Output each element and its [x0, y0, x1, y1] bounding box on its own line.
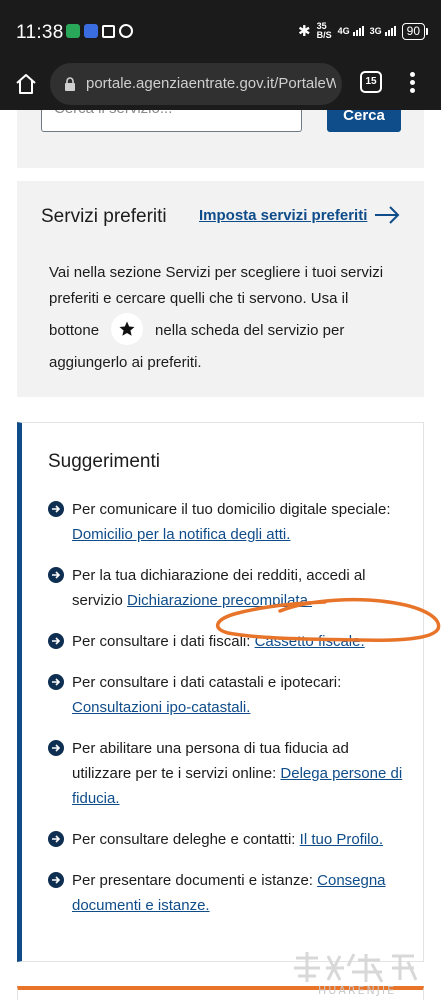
- favorites-text-line: preferiti e cercare quelli che ti servon…: [49, 290, 349, 307]
- signal-bars-icon-2: [384, 26, 396, 36]
- arrow-circle-right-icon: [48, 501, 64, 517]
- status-bar: 11:38 ✱ 35 B/S 4G 3G 90: [0, 0, 441, 60]
- suggestion-link-ipo-catastali[interactable]: Consultazioni ipo-catastali.: [72, 699, 250, 716]
- arrow-circle-right-icon: [48, 633, 64, 649]
- search-button[interactable]: Cerca: [327, 110, 401, 132]
- bluetooth-icon: ✱: [298, 23, 311, 40]
- suggestion-item: Per consultare i dati fiscali: Cassetto …: [48, 629, 408, 654]
- search-input[interactable]: Cerca il servizio...: [41, 110, 302, 132]
- favorites-text-line: Vai nella sezione Servizi per scegliere …: [49, 264, 384, 281]
- signal-bars-icon: [352, 26, 364, 36]
- suggestion-item: Per abilitare una persona di tua fiducia…: [48, 736, 408, 811]
- suggestion-item: Per la tua dichiarazione dei redditi, ac…: [48, 563, 408, 613]
- signal-4g: 4G: [338, 26, 364, 36]
- signal-4g-label: 4G: [337, 26, 350, 36]
- browser-toolbar: portale.agenziaentrate.gov.it/PortaleWel…: [0, 60, 441, 110]
- suggestion-text: Per consultare i dati fiscali:: [72, 633, 255, 650]
- status-indicators: ✱ 35 B/S 4G 3G 90: [298, 22, 429, 40]
- suggestion-link-domicilio[interactable]: Domicilio per la notifica degli atti.: [72, 526, 290, 543]
- arrow-circle-right-icon: [48, 872, 64, 888]
- suggestion-link-profilo[interactable]: Il tuo Profilo.: [300, 831, 383, 848]
- suggestion-item: Per consultare i dati catastali e ipotec…: [48, 670, 408, 720]
- notification-icons: [66, 24, 133, 38]
- suggestion-text: Per presentare documenti e istanze:: [72, 872, 318, 889]
- favorites-card: Servizi preferiti Imposta servizi prefer…: [17, 181, 424, 397]
- favorites-title: Servizi preferiti: [41, 206, 167, 227]
- status-time: 11:38: [16, 22, 64, 43]
- set-favorites-link[interactable]: Imposta servizi preferiti: [199, 207, 367, 224]
- address-bar[interactable]: portale.agenziaentrate.gov.it/PortaleWel: [50, 63, 342, 105]
- overflow-menu-icon[interactable]: [405, 70, 419, 96]
- suggestion-link-precompilata[interactable]: Dichiarazione precompilata.: [127, 592, 312, 609]
- favorites-text-before-icon: bottone: [49, 321, 100, 339]
- star-icon: [111, 313, 144, 345]
- suggestion-text: Per consultare i dati catastali e ipotec…: [72, 674, 342, 691]
- url-text: portale.agenziaentrate.gov.it/PortaleWel: [86, 75, 336, 92]
- lock-icon: [65, 77, 75, 91]
- network-speed-unit: B/S: [316, 30, 332, 40]
- arrow-circle-right-icon: [48, 674, 64, 690]
- nfc-icon: [102, 24, 115, 38]
- favorites-text-line: aggiungerlo ai preferiti.: [49, 354, 202, 371]
- app-notification-icon: [66, 24, 80, 38]
- app-notification-icon-2: [84, 24, 98, 38]
- favorites-description: Vai nella sezione Servizi per scegliere …: [49, 260, 389, 376]
- next-card-edge: [17, 986, 424, 1000]
- suggestion-item: Per comunicare il tuo domicilio digitale…: [48, 497, 408, 547]
- network-speed: 35 B/S: [317, 22, 332, 40]
- signal-3g: 3G: [370, 26, 396, 36]
- suggestions-title: Suggerimenti: [48, 451, 160, 472]
- search-card: Cerca il servizio... Cerca: [17, 110, 424, 168]
- suggestion-link-cassetto-fiscale[interactable]: Cassetto fiscale.: [255, 633, 365, 650]
- arrow-circle-right-icon: [48, 831, 64, 847]
- suggestion-text: Per consultare deleghe e contatti:: [72, 831, 300, 848]
- battery-indicator: 90: [401, 22, 429, 40]
- alarm-icon: [119, 24, 133, 38]
- favorites-text-after-icon: nella scheda del servizio per: [155, 321, 345, 339]
- suggestion-item: Per consultare deleghe e contatti: Il tu…: [48, 827, 408, 852]
- favorites-text-line-with-icon: bottone nella scheda del servizio per: [49, 313, 389, 347]
- arrow-circle-right-icon: [48, 567, 64, 583]
- suggestion-text: Per comunicare il tuo domicilio digitale…: [72, 501, 391, 518]
- signal-3g-label: 3G: [369, 26, 382, 36]
- arrow-right-icon[interactable]: [374, 206, 400, 224]
- home-icon[interactable]: [14, 72, 38, 96]
- web-page: Cerca il servizio... Cerca Servizi prefe…: [0, 110, 441, 1000]
- suggestions-list: Per comunicare il tuo domicilio digitale…: [48, 497, 408, 918]
- suggestion-item: Per presentare documenti e istanze: Cons…: [48, 868, 408, 918]
- arrow-circle-right-icon: [48, 740, 64, 756]
- tab-switcher-button[interactable]: 15: [360, 71, 382, 93]
- suggestions-card: Suggerimenti Per comunicare il tuo domic…: [17, 422, 424, 962]
